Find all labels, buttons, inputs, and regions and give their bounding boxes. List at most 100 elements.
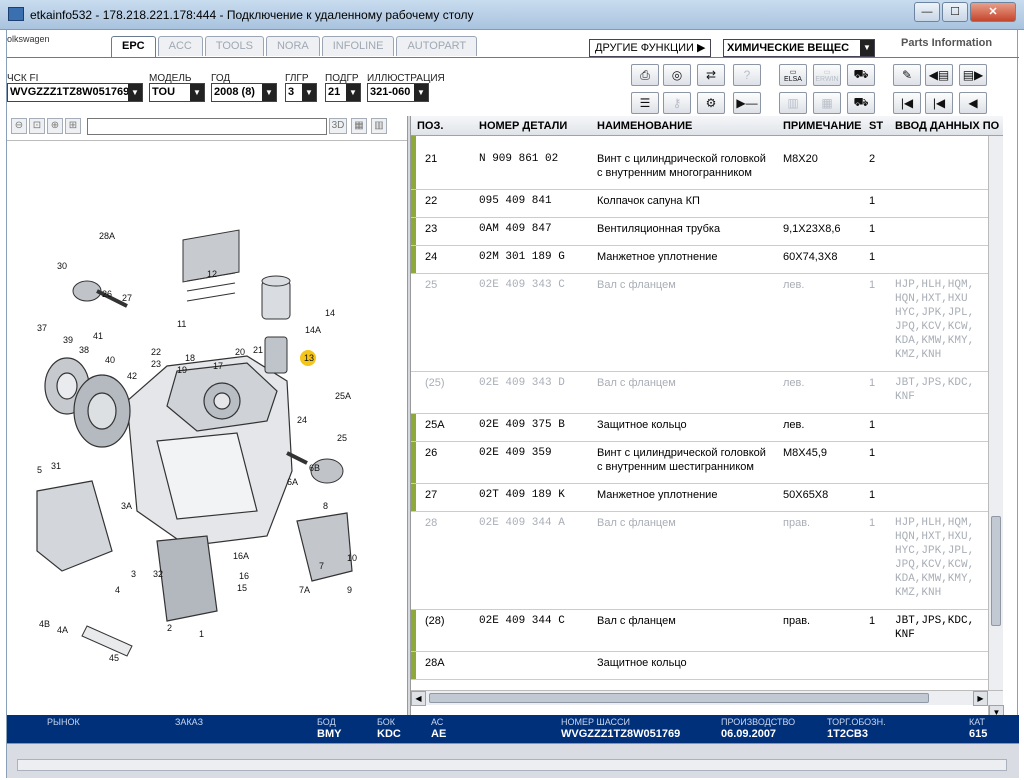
callout-label[interactable]: 14A bbox=[305, 325, 321, 335]
callout-label[interactable]: 7 bbox=[319, 561, 324, 571]
illustration-search-input[interactable] bbox=[87, 118, 327, 135]
callout-label[interactable]: 41 bbox=[93, 331, 103, 341]
remote-horizontal-scrollbar[interactable] bbox=[17, 759, 1007, 771]
tab-infoline[interactable]: INFOLINE bbox=[321, 36, 395, 56]
callout-label[interactable]: 6A bbox=[287, 477, 298, 487]
callout-label[interactable]: 4 bbox=[115, 585, 120, 595]
cart-button[interactable]: ⛟ bbox=[847, 64, 875, 86]
parts-row[interactable]: 23 0AM 409 847 Вентиляционная трубка 9,1X23… bbox=[411, 218, 1003, 246]
view-3d-button[interactable]: 3D bbox=[329, 118, 347, 134]
tab-epc[interactable]: EPC bbox=[111, 36, 156, 58]
close-button[interactable]: ✕ bbox=[970, 2, 1016, 22]
exploded-diagram-panel[interactable]: 28A 30 26 27 25A 25 24 6B 12 11 14 14A 13 22 23 19 18 17 2… bbox=[7, 140, 407, 718]
callout-label[interactable]: 3A bbox=[121, 501, 132, 511]
callout-label[interactable]: 27 bbox=[122, 293, 132, 303]
parts-row[interactable]: 28 02E 409 344 A Вал с фланцем прав. 1 HJP,HL… bbox=[411, 512, 1003, 610]
prev-page-button[interactable]: |◀ bbox=[925, 92, 953, 114]
callout-label[interactable]: 45 bbox=[109, 653, 119, 663]
grid-view-button[interactable]: ▦ bbox=[351, 118, 367, 134]
callout-label[interactable]: 7A bbox=[299, 585, 310, 595]
cart-add-button[interactable]: ⛟ bbox=[847, 92, 875, 114]
component-button[interactable]: ▦ bbox=[813, 92, 841, 114]
callout-label[interactable]: 18 bbox=[185, 353, 195, 363]
parts-row[interactable]: 25A 02E 409 375 B Защитное кольцо лев. 1 bbox=[411, 414, 1003, 442]
maximize-button[interactable]: ☐ bbox=[942, 2, 968, 22]
scroll-left-button[interactable]: ◀ bbox=[411, 691, 426, 706]
erwin-button[interactable]: ▭ ERWIN bbox=[813, 64, 841, 86]
elsa-button[interactable]: ▭ ELSA bbox=[779, 64, 807, 86]
callout-label[interactable]: 8 bbox=[323, 501, 328, 511]
book-prev-button[interactable]: ◀▤ bbox=[925, 64, 953, 86]
zoom-in-button[interactable]: ⊕ bbox=[47, 118, 63, 134]
callout-label[interactable]: 21 bbox=[253, 345, 263, 355]
key-button[interactable]: ⚷ bbox=[663, 92, 691, 114]
callout-label[interactable]: 22 bbox=[151, 347, 161, 357]
callout-label[interactable]: 5 bbox=[37, 465, 42, 475]
play-button[interactable]: ▶— bbox=[733, 92, 761, 114]
col-name-header[interactable]: НАИМЕНОВАНИЕ bbox=[597, 120, 692, 132]
callout-label[interactable]: 6B bbox=[309, 463, 320, 473]
callout-label[interactable]: 15 bbox=[237, 583, 247, 593]
callout-label[interactable]: 4A bbox=[57, 625, 68, 635]
callout-label[interactable]: 16A bbox=[233, 551, 249, 561]
callout-label[interactable]: 28A bbox=[99, 231, 115, 241]
col-st-header[interactable]: ST bbox=[869, 120, 883, 132]
callout-label[interactable]: 24 bbox=[297, 415, 307, 425]
parts-row[interactable]: 28A Защитное кольцо bbox=[411, 652, 1003, 680]
back-button[interactable]: ◀ bbox=[959, 92, 987, 114]
chemicals-dropdown[interactable]: ХИМИЧЕСКИЕ ВЕЩЕС ▼ bbox=[723, 39, 875, 57]
callout-label[interactable]: 40 bbox=[105, 355, 115, 365]
year-select[interactable]: 2008 (8) ▼ bbox=[211, 83, 277, 102]
pin-button[interactable]: ✎ bbox=[893, 64, 921, 86]
callout-label[interactable]: 25 bbox=[337, 433, 347, 443]
scroll-thumb[interactable] bbox=[991, 516, 1001, 626]
disc-button[interactable]: ◎ bbox=[663, 64, 691, 86]
callout-label[interactable]: 3 bbox=[131, 569, 136, 579]
parts-row[interactable]: (25) 02E 409 343 D Вал с фланцем лев. 1 JBT,J… bbox=[411, 372, 1003, 414]
other-functions-menu[interactable]: ДРУГИЕ ФУНКЦИИ ▶ bbox=[589, 39, 712, 57]
print-button[interactable]: ⎙ bbox=[631, 64, 659, 86]
callout-label[interactable]: 9 bbox=[347, 585, 352, 595]
help-button[interactable]: ? bbox=[733, 64, 761, 86]
parts-row[interactable]: 25 02E 409 343 C Вал с фланцем лев. 1 HJP,HLH… bbox=[411, 274, 1003, 372]
hscroll-thumb[interactable] bbox=[429, 693, 929, 703]
minimize-button[interactable]: — bbox=[914, 2, 940, 22]
callout-label[interactable]: 12 bbox=[207, 269, 217, 279]
callout-label[interactable]: 37 bbox=[37, 323, 47, 333]
parts-row[interactable]: 24 02M 301 189 G Манжетное уплотнение 60X74… bbox=[411, 246, 1003, 274]
tab-tools[interactable]: TOOLS bbox=[204, 36, 264, 56]
book-next-button[interactable]: ▤▶ bbox=[959, 64, 987, 86]
zoom-fit-button[interactable]: ⊞ bbox=[65, 118, 81, 134]
callout-label[interactable]: 16 bbox=[239, 571, 249, 581]
callout-label[interactable]: 10 bbox=[347, 553, 357, 563]
parts-row[interactable]: 21 N 909 861 02 Винт с цилиндрической голо… bbox=[411, 136, 1003, 190]
col-pos-header[interactable]: ПОЗ. bbox=[417, 120, 443, 132]
subgroup-select[interactable]: 21 ▼ bbox=[325, 83, 361, 102]
callout-label[interactable]: 32 bbox=[153, 569, 163, 579]
parts-horizontal-scrollbar[interactable]: ◀ ▶ bbox=[411, 690, 1003, 706]
tab-acc[interactable]: ACC bbox=[157, 36, 203, 56]
callout-label[interactable]: 19 bbox=[177, 365, 187, 375]
first-page-button[interactable]: |◀ bbox=[893, 92, 921, 114]
model-select[interactable]: TOU ▼ bbox=[149, 83, 205, 102]
zoom-out-button[interactable]: ⊖ bbox=[11, 118, 27, 134]
vin-field[interactable]: WVGZZZ1TZ8W051769 ▼ bbox=[7, 83, 143, 102]
parts-row[interactable]: 22 095 409 841 Колпачок сапуна КП 1 bbox=[411, 190, 1003, 218]
main-group-select[interactable]: 3 ▼ bbox=[285, 83, 317, 102]
car-swap-button[interactable]: ⇄ bbox=[697, 64, 725, 86]
tab-autopart[interactable]: AUTOPART bbox=[396, 36, 478, 56]
callout-label[interactable]: 20 bbox=[235, 347, 245, 357]
col-note-header[interactable]: ПРИМЕЧАНИЕ bbox=[783, 120, 862, 132]
callout-label[interactable]: 30 bbox=[57, 261, 67, 271]
callout-label[interactable]: 14 bbox=[325, 308, 335, 318]
parts-row[interactable]: 27 02T 409 189 K Манжетное уплотнение 50X65… bbox=[411, 484, 1003, 512]
illustration-select[interactable]: 321-060 ▼ bbox=[367, 83, 429, 102]
callout-label[interactable]: 4B bbox=[39, 619, 50, 629]
callout-label[interactable]: 38 bbox=[79, 345, 89, 355]
callout-label[interactable]: 25A bbox=[335, 391, 351, 401]
callout-label[interactable]: 23 bbox=[151, 359, 161, 369]
col-partno-header[interactable]: НОМЕР ДЕТАЛИ bbox=[479, 120, 567, 132]
callout-label[interactable]: 17 bbox=[213, 361, 223, 371]
callout-label[interactable]: 11 bbox=[177, 319, 186, 329]
callout-label[interactable]: 1 bbox=[199, 629, 204, 639]
